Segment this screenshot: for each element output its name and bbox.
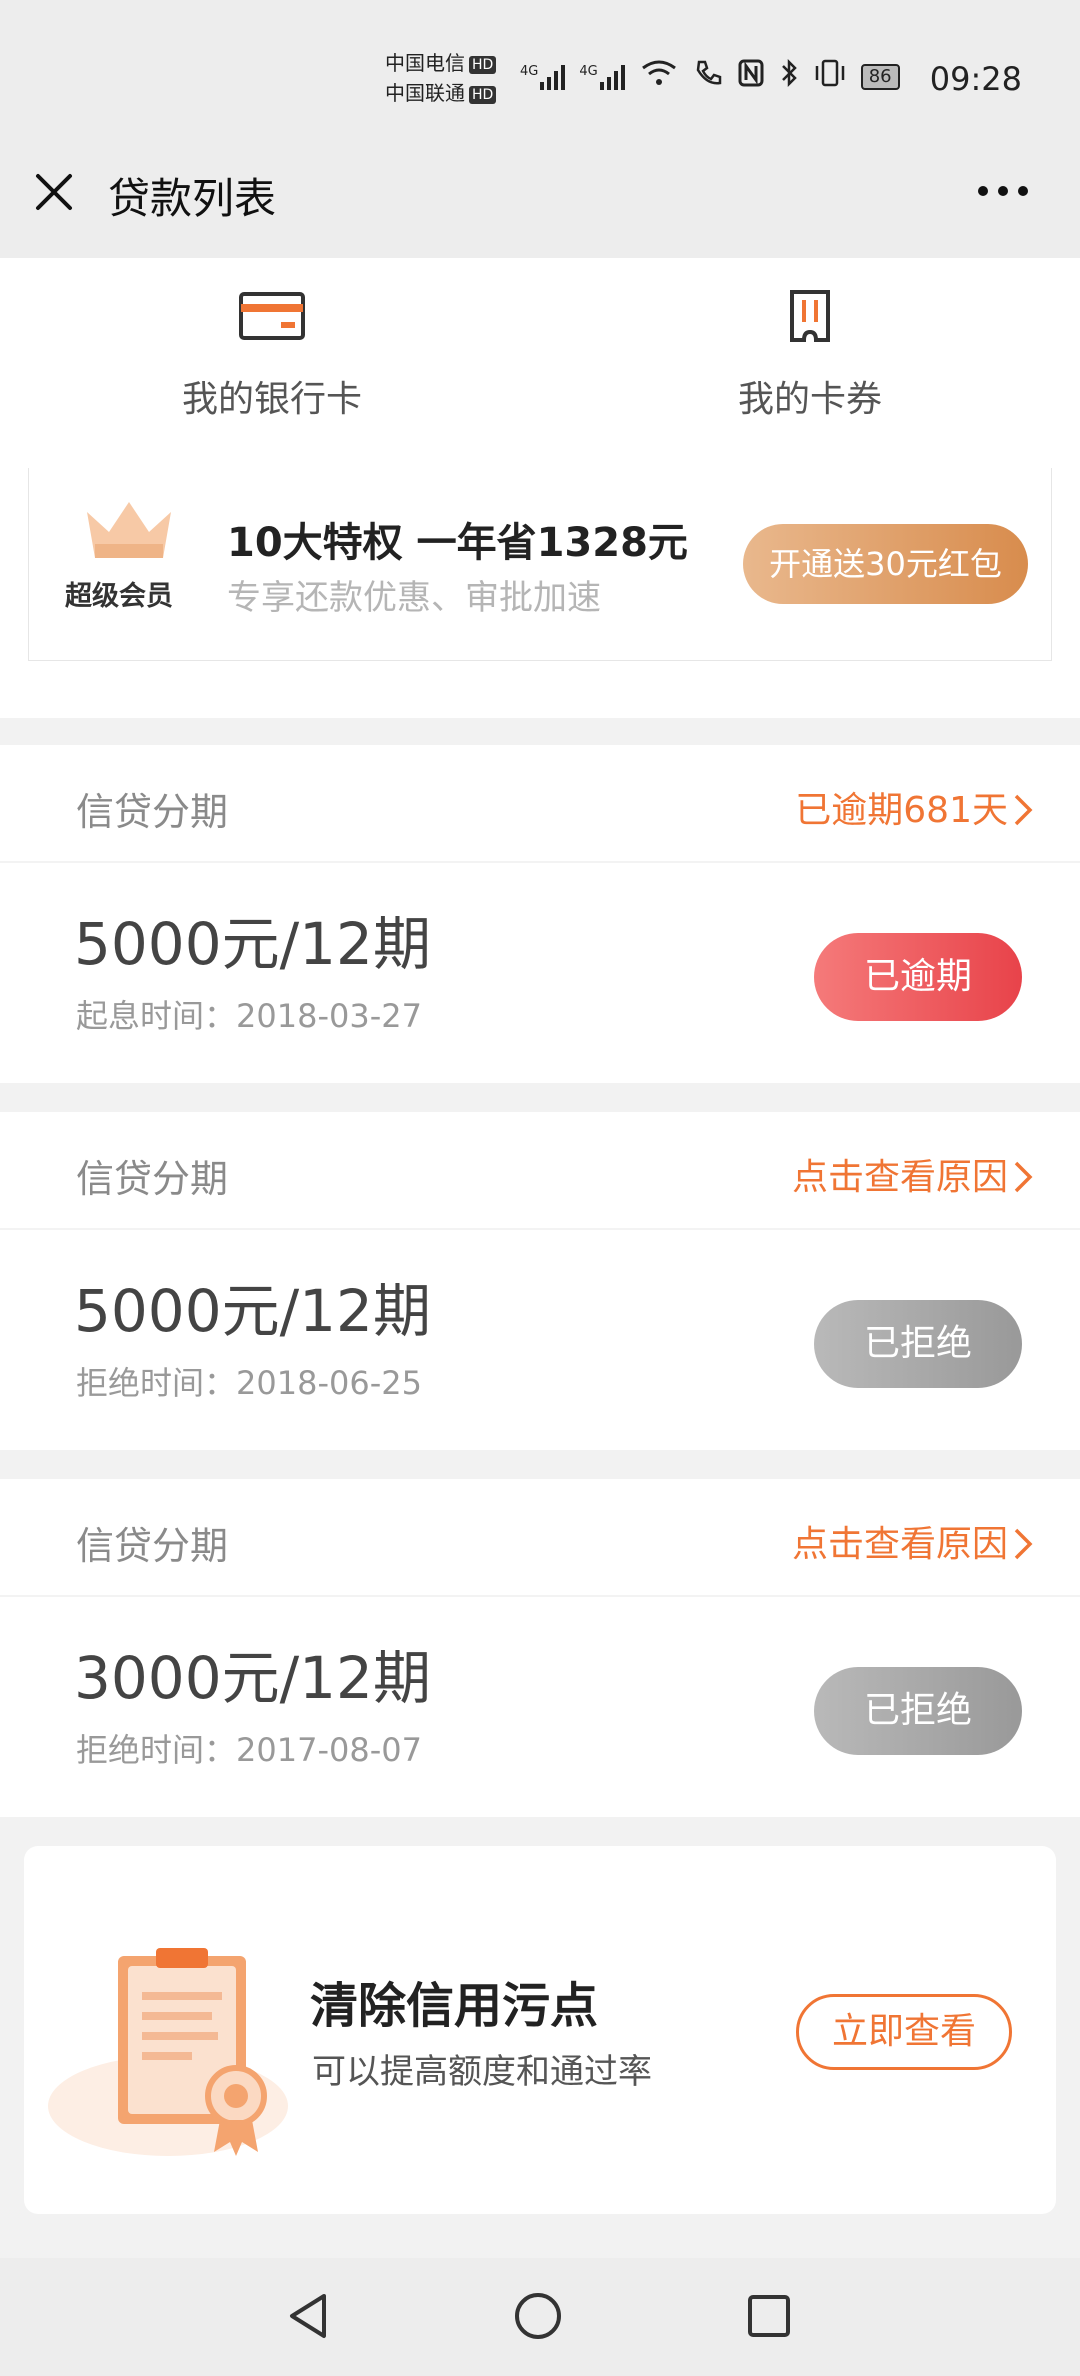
loan-card[interactable]: 信贷分期 已逾期681天 5000元/12期 起息时间：2018-03-27 已… (0, 745, 1080, 1083)
net-type-label: 4G (520, 63, 539, 79)
quick-links: 我的银行卡 我的卡券 (0, 258, 1080, 468)
signal-icon: 4G (579, 63, 625, 90)
coupon-icon (790, 290, 830, 342)
back-icon[interactable] (284, 2290, 334, 2342)
view-reason-link[interactable]: 点击查看原因 (792, 1148, 1008, 1200)
hd-badge: HD (469, 85, 497, 104)
view-now-button[interactable]: 立即查看 (796, 1994, 1012, 2070)
loan-card-header[interactable]: 信贷分期 点击查看原因 (0, 1112, 1080, 1230)
view-reason-link[interactable]: 点击查看原因 (792, 1515, 1008, 1567)
loan-type: 信贷分期 (76, 790, 229, 834)
carrier-2: 中国联通 (385, 81, 465, 105)
overdue-days-link[interactable]: 已逾期681天 (795, 781, 1008, 833)
chevron-right-icon (1014, 794, 1033, 826)
loan-type: 信贷分期 (76, 1157, 229, 1201)
status-icons: 4G 4G 86 (520, 58, 900, 95)
vip-subtitle: 专享还款优惠、审批加速 (227, 578, 601, 618)
status-bar: 中国电信 HD 中国联通 HD 4G 4G 86 09:28 (0, 0, 1080, 150)
chevron-right-icon (1014, 1528, 1033, 1560)
status-badge-rejected[interactable]: 已拒绝 (814, 1667, 1022, 1755)
hd-badge: HD (469, 55, 497, 74)
home-icon[interactable] (512, 2290, 564, 2342)
loan-amount: 5000元/12期 (74, 1277, 431, 1345)
vip-section: 超级会员 10大特权 一年省1328元 专享还款优惠、审批加速 开通送30元红包 (0, 468, 1080, 718)
wifi-icon (639, 58, 679, 95)
phone-icon (693, 58, 723, 95)
status-badge-rejected[interactable]: 已拒绝 (814, 1300, 1022, 1388)
carrier-info: 中国电信 HD 中国联通 HD (385, 48, 497, 108)
loan-card-header[interactable]: 信贷分期 点击查看原因 (0, 1479, 1080, 1597)
credit-subtitle: 可以提高额度和通过率 (312, 2052, 652, 2092)
loan-amount: 3000元/12期 (74, 1644, 431, 1712)
loan-card[interactable]: 信贷分期 点击查看原因 3000元/12期 拒绝时间：2017-08-07 已拒… (0, 1479, 1080, 1817)
status-badge-overdue[interactable]: 已逾期 (814, 933, 1022, 1021)
bluetooth-icon (779, 58, 799, 95)
loan-amount: 5000元/12期 (74, 910, 431, 978)
vip-title: 10大特权 一年省1328元 (227, 520, 688, 566)
bank-card-icon (239, 292, 305, 340)
document-certificate-icon (48, 1948, 288, 2156)
loan-type: 信贷分期 (76, 1524, 229, 1568)
close-icon[interactable] (32, 170, 76, 214)
net-type-label: 4G (579, 63, 598, 79)
bank-card-label: 我的银行卡 (181, 379, 362, 420)
loan-date: 起息时间：2018-03-27 (76, 997, 422, 1035)
bank-card-entry[interactable]: 我的银行卡 (122, 288, 422, 422)
vip-banner[interactable]: 超级会员 10大特权 一年省1328元 专享还款优惠、审批加速 开通送30元红包 (28, 468, 1052, 661)
recents-icon[interactable] (744, 2290, 794, 2342)
credit-banner[interactable]: 清除信用污点 可以提高额度和通过率 立即查看 (24, 1846, 1056, 2214)
loan-card[interactable]: 信贷分期 点击查看原因 5000元/12期 拒绝时间：2018-06-25 已拒… (0, 1112, 1080, 1450)
page-title: 贷款列表 (108, 174, 277, 223)
loan-date: 拒绝时间：2017-08-07 (76, 1731, 422, 1769)
system-nav-bar (0, 2258, 1080, 2376)
vip-open-button[interactable]: 开通送30元红包 (743, 524, 1028, 604)
signal-icon: 4G (520, 63, 566, 90)
chevron-right-icon (1014, 1161, 1033, 1193)
loan-card-header[interactable]: 信贷分期 已逾期681天 (0, 745, 1080, 863)
crown-icon (87, 502, 171, 558)
clock: 09:28 (929, 60, 1022, 98)
vip-badge-label: 超级会员 (65, 581, 173, 612)
battery-icon: 86 (860, 63, 900, 90)
credit-title: 清除信用污点 (310, 1978, 599, 2034)
nfc-icon (737, 58, 765, 95)
coupon-label: 我的卡券 (737, 379, 882, 420)
more-icon[interactable] (978, 186, 1028, 196)
loan-date: 拒绝时间：2018-06-25 (76, 1364, 422, 1402)
vibrate-icon (813, 58, 847, 95)
coupon-entry[interactable]: 我的卡券 (660, 288, 960, 422)
carrier-1: 中国电信 (385, 51, 465, 75)
